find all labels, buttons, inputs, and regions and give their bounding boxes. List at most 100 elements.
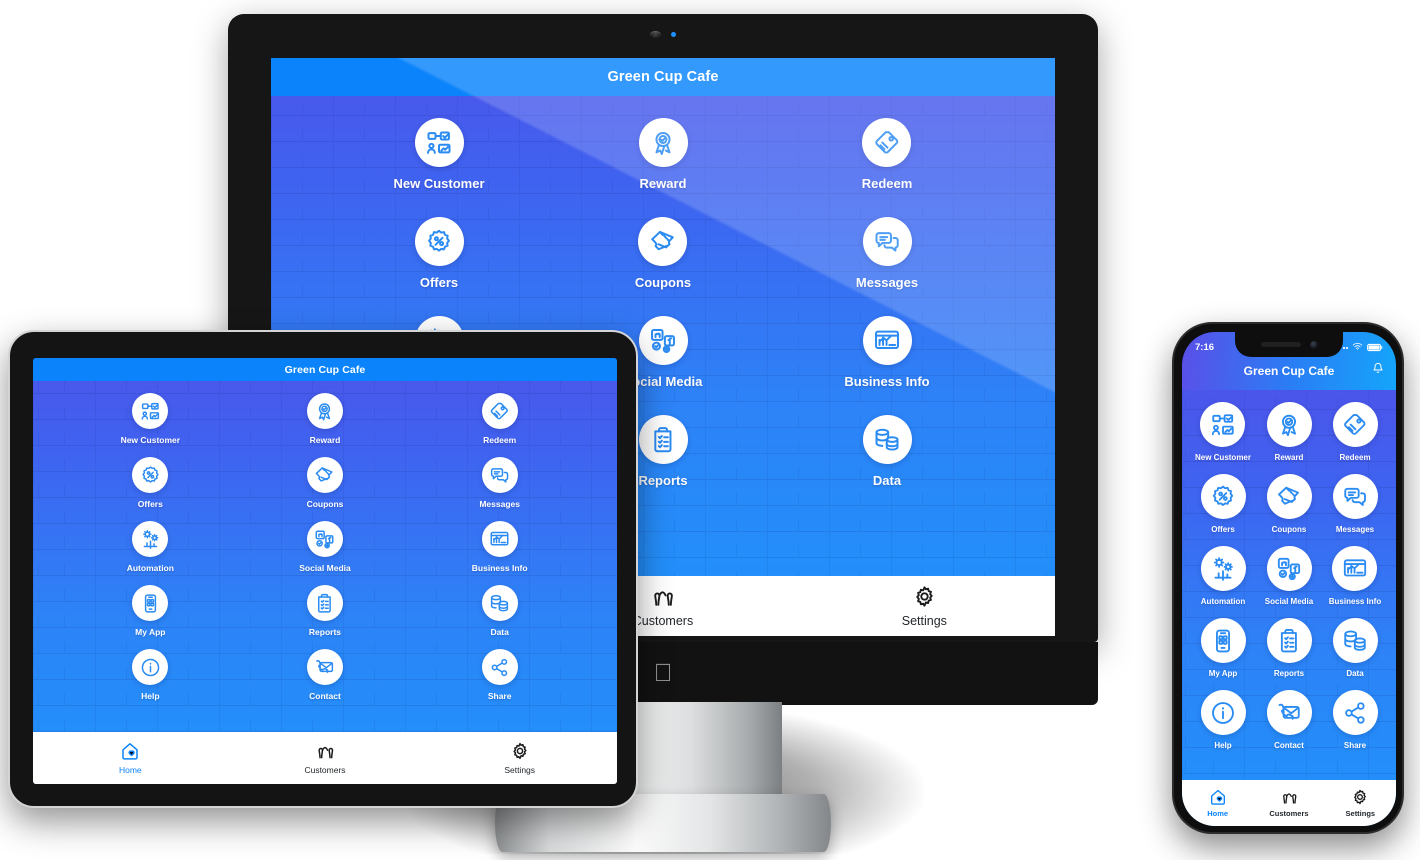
phone-notch (1235, 332, 1343, 357)
menu-tile-social-media[interactable]: Social Media (299, 521, 351, 573)
automation-gear-chart-icon (1200, 546, 1246, 591)
menu-tile-share[interactable]: Share (1332, 690, 1378, 750)
business-info-chart-icon (1332, 546, 1378, 591)
menu-tile-social-media[interactable]: Social Media (1265, 546, 1313, 606)
tablet-appbar: Green Cup Cafe (33, 358, 617, 381)
menu-tile-label: Reward (1274, 453, 1304, 462)
menu-tile-label: New Customer (120, 435, 181, 445)
contact-envelope-phone-icon (306, 649, 343, 685)
menu-tile-help[interactable]: Help (132, 649, 169, 701)
reward-badge-icon (638, 118, 688, 167)
menu-tile-label: Contact (1274, 741, 1304, 750)
menu-tile-automation[interactable]: Automation (1200, 546, 1246, 606)
menu-tile-label: My App (135, 627, 166, 637)
tab-settings[interactable]: Settings (794, 584, 1055, 628)
bell-icon[interactable] (1371, 362, 1385, 381)
menu-tile-label: Reports (638, 473, 688, 488)
ipad-body: Green Cup Cafe New Customer Reward Redeem O… (8, 330, 638, 808)
messages-chat-icon (481, 457, 518, 493)
menu-tile-coupons[interactable]: Coupons (306, 457, 343, 509)
menu-tile-label: Contact (309, 691, 341, 701)
tab-label-customers: Customers (632, 614, 694, 628)
reports-clipboard-icon (306, 585, 343, 621)
menu-tile-offers[interactable]: Offers (414, 217, 464, 290)
new-customer-icon (414, 118, 464, 167)
tablet-screen: Green Cup Cafe New Customer Reward Redeem O… (33, 358, 617, 784)
tab-customers[interactable]: Customers (1253, 788, 1324, 818)
menu-tile-label: Messages (479, 499, 520, 509)
menu-tile-label: Share (487, 691, 512, 701)
home-heart-icon (120, 741, 140, 761)
menu-tile-share[interactable]: Share (481, 649, 518, 701)
menu-tile-help[interactable]: Help (1200, 690, 1246, 750)
menu-tile-data[interactable]: Data (481, 585, 518, 637)
customers-people-icon (315, 741, 335, 761)
redeem-tag-icon (1332, 402, 1378, 447)
menu-tile-label: Social Media (1264, 597, 1314, 606)
tab-home[interactable]: Home (33, 741, 228, 775)
menu-tile-label: Help (1214, 741, 1232, 750)
new-customer-icon (1200, 402, 1246, 447)
menu-tile-label: My App (1208, 669, 1238, 678)
menu-tile-contact[interactable]: Contact (1266, 690, 1312, 750)
contact-envelope-phone-icon (1266, 690, 1312, 735)
tab-home[interactable]: Home (1182, 788, 1253, 818)
menu-tile-label: Social Media (299, 563, 351, 573)
coupons-ticket-icon (1266, 474, 1312, 519)
wifi-icon (1352, 339, 1363, 357)
share-nodes-icon (1332, 690, 1378, 735)
tab-label-home: Home (1207, 809, 1229, 818)
menu-tile-redeem[interactable]: Redeem (481, 393, 518, 445)
status-time: 7:16 (1195, 342, 1215, 353)
menu-tile-offers[interactable]: Offers (1200, 474, 1246, 534)
menu-tile-label: Messages (1335, 525, 1375, 534)
menu-tile-redeem[interactable]: Redeem (1332, 402, 1378, 462)
app-title: Green Cup Cafe (284, 363, 366, 376)
menu-tile-label: Automation (126, 563, 174, 573)
menu-tile-messages[interactable]: Messages (479, 457, 520, 509)
menu-tile-new-customer[interactable]: New Customer (120, 393, 181, 445)
menu-tile-reports[interactable]: Reports (1266, 618, 1312, 678)
menu-tile-data[interactable]: Data (862, 415, 912, 488)
phone-screen: 7:16 Green Cup Cafe New Customer Reward … (1182, 332, 1396, 826)
tab-settings[interactable]: Settings (1325, 788, 1396, 818)
camera-led-indicator (671, 32, 676, 37)
menu-tile-label: Data (1346, 669, 1364, 678)
menu-tile-messages[interactable]: Messages (856, 217, 918, 290)
menu-tile-coupons[interactable]: Coupons (1266, 474, 1312, 534)
settings-gear-icon (510, 741, 530, 761)
menu-tile-contact[interactable]: Contact (306, 649, 343, 701)
menu-tile-automation[interactable]: Automation (127, 521, 174, 573)
social-media-icon (1266, 546, 1312, 591)
menu-tile-messages[interactable]: Messages (1332, 474, 1378, 534)
menu-tile-business-info[interactable]: Business Info (472, 521, 528, 573)
menu-tile-reports[interactable]: Reports (306, 585, 343, 637)
menu-tile-coupons[interactable]: Coupons (635, 217, 691, 290)
menu-tile-business-info[interactable]: Business Info (844, 316, 930, 389)
menu-tile-my-app[interactable]: My App (1200, 618, 1246, 678)
menu-tile-reward[interactable]: Reward (1266, 402, 1312, 462)
data-database-icon (481, 585, 518, 621)
help-info-icon (1200, 690, 1246, 735)
menu-tile-new-customer[interactable]: New Customer (393, 118, 485, 191)
menu-tile-business-info[interactable]: Business Info (1329, 546, 1381, 606)
menu-tile-reward[interactable]: Reward (306, 393, 343, 445)
tab-settings[interactable]: Settings (422, 741, 617, 775)
app-title: Green Cup Cafe (1243, 364, 1335, 378)
menu-tile-label: New Customer (1194, 453, 1251, 462)
menu-tile-my-app[interactable]: My App (132, 585, 169, 637)
new-customer-icon (132, 393, 169, 429)
menu-tile-reward[interactable]: Reward (638, 118, 688, 191)
coupons-ticket-icon (306, 457, 343, 493)
menu-tile-label: Redeem (861, 176, 913, 191)
menu-tile-data[interactable]: Data (1332, 618, 1378, 678)
tab-customers[interactable]: Customers (228, 741, 423, 775)
menu-tile-redeem[interactable]: Redeem (861, 118, 913, 191)
menu-tile-reports[interactable]: Reports (638, 415, 688, 488)
offers-percent-icon (1200, 474, 1246, 519)
menu-tile-offers[interactable]: Offers (132, 457, 169, 509)
menu-tile-label: Reports (308, 627, 342, 637)
social-media-icon (306, 521, 343, 557)
desktop-appbar: Green Cup Cafe (271, 58, 1055, 96)
menu-tile-new-customer[interactable]: New Customer (1195, 402, 1251, 462)
